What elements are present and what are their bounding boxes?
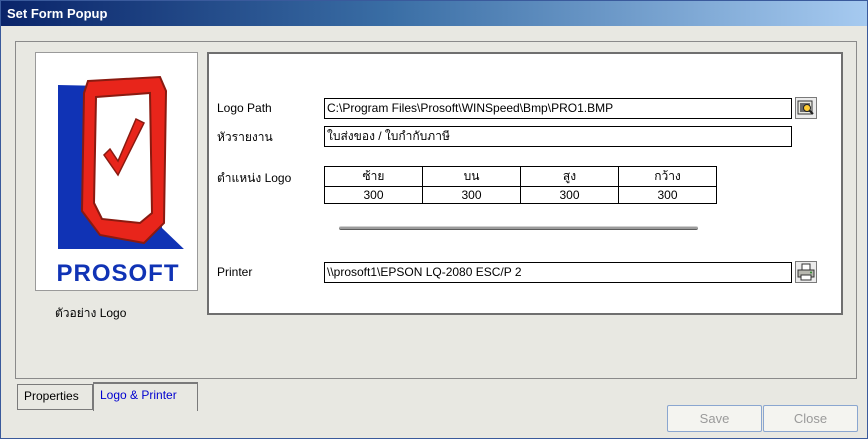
position-header-left: ซ้าย [324, 166, 423, 187]
printer-icon [797, 263, 815, 281]
logo-path-label: Logo Path [217, 101, 272, 115]
position-top-input[interactable]: 300 [422, 186, 521, 204]
position-height-input[interactable]: 300 [520, 186, 619, 204]
window-title: Set Form Popup [1, 1, 867, 26]
select-printer-button[interactable] [795, 261, 817, 283]
position-header-height: สูง [520, 166, 619, 187]
logo-position-table: ซ้าย บน สูง กว้าง 300 300 300 300 [324, 166, 717, 204]
set-form-popup-window: Set Form Popup PROSOFT ตัวอย่าง Logo Log… [0, 0, 868, 439]
logo-position-label: ตำแหน่ง Logo [217, 171, 292, 185]
svg-text:PROSOFT: PROSOFT [56, 260, 179, 287]
tab-properties[interactable]: Properties [17, 384, 93, 410]
browse-logo-button[interactable] [795, 97, 817, 119]
save-button[interactable]: Save [667, 405, 762, 432]
logo-printer-panel: PROSOFT ตัวอย่าง Logo Logo Path C:\Progr… [15, 41, 857, 379]
prosoft-logo-image: PROSOFT [56, 75, 198, 289]
position-width-input[interactable]: 300 [618, 186, 717, 204]
logo-preview-caption: ตัวอย่าง Logo [55, 306, 127, 320]
report-header-field[interactable]: ใบส่งของ / ใบกำกับภาษี [324, 126, 792, 147]
logo-preview-box: PROSOFT [35, 52, 198, 291]
tab-logo-printer[interactable]: Logo & Printer [93, 382, 198, 411]
position-header-top: บน [422, 166, 521, 187]
position-header-width: กว้าง [618, 166, 717, 187]
close-button[interactable]: Close [763, 405, 858, 432]
position-left-input[interactable]: 300 [324, 186, 423, 204]
report-header-label: หัวรายงาน [217, 130, 273, 144]
printer-field[interactable]: \\prosoft1\EPSON LQ-2080 ESC/P 2 [324, 262, 792, 283]
logo-printer-config: Logo Path C:\Program Files\Prosoft\WINSp… [207, 52, 843, 315]
browse-icon [797, 100, 814, 115]
printer-label: Printer [217, 265, 253, 279]
logo-path-field[interactable]: C:\Program Files\Prosoft\WINSpeed\Bmp\PR… [324, 98, 792, 119]
position-slider-bar[interactable] [339, 226, 698, 230]
